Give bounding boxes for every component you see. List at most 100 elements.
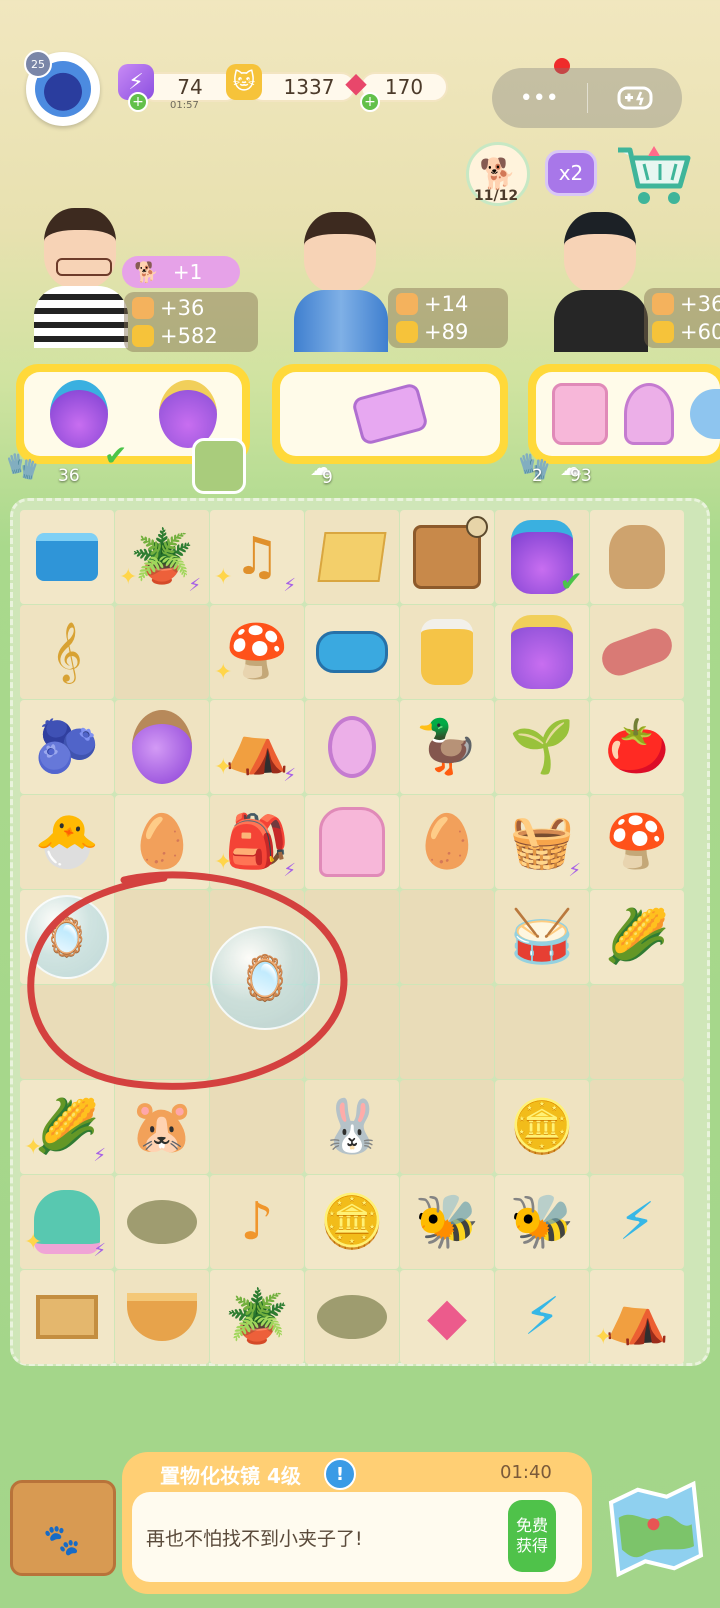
customer-2-reward: +14 +89 (388, 288, 508, 348)
coins-value: 1337 (283, 75, 335, 99)
gems-plus-icon[interactable]: + (360, 92, 380, 112)
nest-item (127, 1200, 197, 1244)
board-cell[interactable] (20, 1270, 114, 1364)
board-cell[interactable]: 🐝 (400, 1175, 494, 1269)
bubble-mirror-item[interactable]: 🪞 (210, 926, 320, 1030)
board-cell[interactable]: 🌱 (495, 700, 589, 794)
board-cell[interactable]: 🌽 (590, 890, 684, 984)
paw-icon: 🐾 (43, 1523, 81, 1558)
board-cell-empty[interactable] (400, 890, 494, 984)
board-cell[interactable]: 🥁 (495, 890, 589, 984)
board-cell[interactable] (115, 1175, 209, 1269)
board-cell[interactable] (115, 1270, 209, 1364)
energy-timer: 01:57 (170, 100, 199, 111)
cat-coin-icon (652, 321, 674, 343)
gems-value: 170 (384, 75, 424, 99)
sparkle-icon: ✦ (24, 1230, 43, 1255)
potted-plant-item: 🪴 (129, 527, 195, 587)
energy-plus-icon[interactable]: + (128, 92, 148, 112)
customer-2-head (304, 212, 376, 292)
harp-item: 𝄞 (51, 622, 83, 682)
board-cell[interactable] (305, 700, 399, 794)
clock-icon (466, 516, 488, 538)
board-cell[interactable] (400, 510, 494, 604)
hand-mirror-item (328, 716, 376, 778)
board-cell[interactable] (115, 700, 209, 794)
board-cell[interactable]: ⚡ (590, 1175, 684, 1269)
corn-item: 🌽 (604, 907, 670, 967)
customer-3-hand-count: 2 (532, 466, 543, 486)
board-cell[interactable] (590, 605, 684, 699)
board-cell-empty[interactable] (590, 1080, 684, 1174)
board-cell[interactable]: 🫐 (20, 700, 114, 794)
board-cell[interactable] (305, 1270, 399, 1364)
board-cell[interactable] (400, 605, 494, 699)
tent-item-2: ⛺ (604, 1287, 670, 1347)
glove-icon: 🧤 (6, 452, 39, 482)
board-cell-empty[interactable] (115, 605, 209, 699)
board-cell[interactable]: 🪙 (305, 1175, 399, 1269)
gamepad-icon[interactable] (588, 85, 683, 111)
item-timer: 01:40 (500, 1462, 552, 1483)
board-cell[interactable] (305, 605, 399, 699)
free-get-button[interactable]: 免费 获得 (508, 1500, 556, 1572)
board-cell[interactable]: ◆ (400, 1270, 494, 1364)
shopping-cart-icon[interactable] (614, 142, 696, 208)
board-cell[interactable]: ♪ (210, 1175, 304, 1269)
board-cell[interactable]: 🪴 (210, 1270, 304, 1364)
envelope-item (350, 382, 430, 446)
board-cell[interactable]: 𝄞 (20, 605, 114, 699)
board-cell[interactable]: ♫ ✦ ⚡ (210, 510, 304, 604)
camera-icon[interactable] (192, 438, 246, 494)
board-cell[interactable]: 🦆 (400, 700, 494, 794)
sack-item (609, 525, 665, 589)
board-cell[interactable]: 🪴 ✦ ⚡ (115, 510, 209, 604)
board-cell[interactable]: 🐝 (495, 1175, 589, 1269)
coin-pile-item: 🪙 (319, 1192, 385, 1252)
egg-nest-item: 🥚 (414, 812, 480, 872)
board-cell[interactable]: ⛺ ✦ ⚡ (210, 700, 304, 794)
board-cell-empty[interactable] (400, 985, 494, 1079)
board-cell-empty[interactable] (590, 985, 684, 1079)
sparkle-icon: ✦ (214, 565, 233, 590)
board-cell[interactable] (590, 510, 684, 604)
board-cell[interactable]: ⛺ ✦ (590, 1270, 684, 1364)
board-cell-empty[interactable] (495, 985, 589, 1079)
potted-sprout-item: 🪴 (224, 1287, 290, 1347)
order-card-3[interactable] (528, 364, 720, 464)
sparkle-icon: ✦ (214, 660, 233, 685)
board-cell-empty[interactable] (400, 1080, 494, 1174)
customer-3[interactable] (546, 212, 656, 352)
nest-item-2 (317, 1295, 387, 1339)
customer-2-body (294, 290, 388, 352)
info-icon[interactable]: ! (324, 1458, 356, 1490)
board-cell[interactable] (495, 605, 589, 699)
donut-item (690, 389, 720, 439)
mushroom-house-item: 🍄 (224, 622, 290, 682)
storage-box-button[interactable]: 🐾 (10, 1480, 116, 1576)
board-cell[interactable]: 🍅 (590, 700, 684, 794)
board-cell[interactable] (305, 510, 399, 604)
bolt-icon: ⚡ (283, 765, 296, 786)
customer-1-count: 36 (58, 466, 80, 486)
customer-1[interactable] (26, 208, 136, 348)
board-cell[interactable] (20, 510, 114, 604)
board-cell[interactable]: 🍄 ✦ (210, 605, 304, 699)
mushrooms-item: 🍄 (604, 812, 670, 872)
board-cell[interactable]: 🧺 ⚡ (495, 795, 589, 889)
board-cell[interactable]: ✦ ⚡ (20, 1175, 114, 1269)
board-cell[interactable]: ⚡ (495, 1270, 589, 1364)
board-cell[interactable]: 🪙 (495, 1080, 589, 1174)
lotus-value: +36 (160, 296, 205, 320)
more-menu-icon[interactable]: ••• (492, 86, 587, 111)
board-cell[interactable]: ✔ (495, 510, 589, 604)
map-icon[interactable] (602, 1479, 711, 1579)
board-cell[interactable]: 🍄 (590, 795, 684, 889)
order-card-2[interactable] (272, 364, 508, 464)
board-cell[interactable]: 🥚 (400, 795, 494, 889)
sparkle-icon: ✦ (214, 755, 233, 780)
customer-1-head (44, 208, 116, 288)
double-bonus-button[interactable]: x2 (545, 150, 597, 196)
miniprogram-capsule[interactable]: ••• (492, 68, 682, 128)
customer-2[interactable] (286, 212, 396, 352)
